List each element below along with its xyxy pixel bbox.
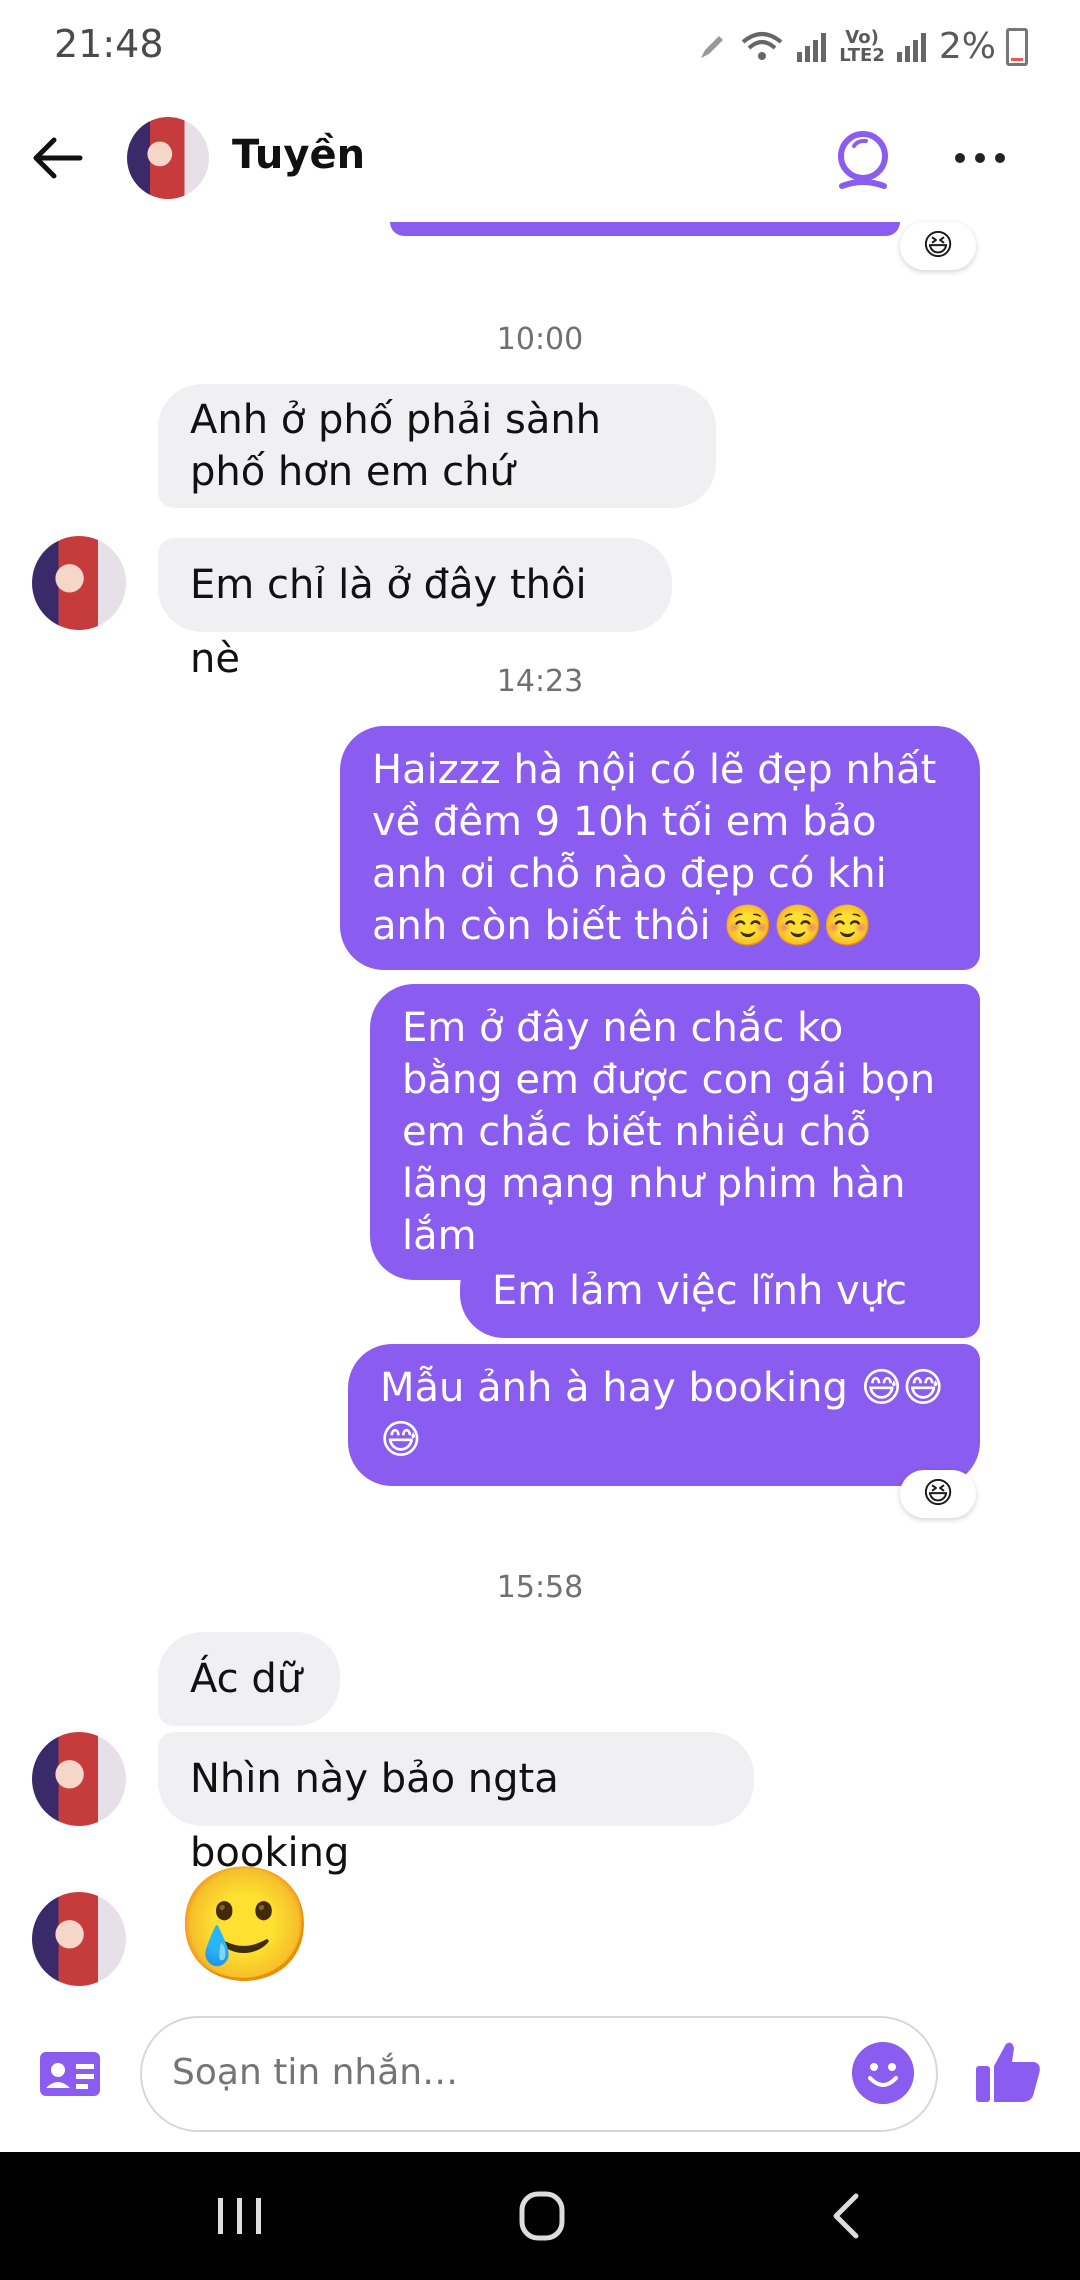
pen-icon bbox=[701, 35, 724, 58]
message-outgoing[interactable]: Em ở đây nên chắc ko bằng em được con gá… bbox=[370, 984, 980, 1280]
volte-label: Vo) LTE2 bbox=[839, 26, 885, 66]
timestamp: 14:23 bbox=[496, 664, 584, 699]
sender-avatar[interactable] bbox=[32, 1892, 126, 1986]
message-outgoing[interactable]: Haizzz hà nội có lẽ đẹp nhất về đêm 9 10… bbox=[340, 726, 980, 970]
emoji-message[interactable]: 🥲 bbox=[175, 1865, 314, 1985]
back-arrow-icon[interactable] bbox=[28, 128, 88, 188]
message-outgoing[interactable]: Mẫu ảnh à hay booking 😅😅😅 bbox=[348, 1344, 980, 1486]
battery-icon bbox=[1006, 27, 1028, 66]
reaction-badge[interactable]: 😆 bbox=[900, 1470, 976, 1518]
message-composer[interactable] bbox=[140, 2016, 938, 2132]
recent-apps-icon[interactable] bbox=[200, 2188, 280, 2244]
message-incoming[interactable]: Ác dữ bbox=[158, 1632, 340, 1726]
battery-percent: 2% bbox=[938, 26, 996, 67]
system-nav-bar bbox=[0, 2152, 1080, 2280]
timestamp: 15:58 bbox=[496, 1570, 584, 1605]
message-incoming[interactable]: Nhìn này bảo ngta booking bbox=[158, 1732, 754, 1876]
home-icon[interactable] bbox=[502, 2188, 582, 2244]
timestamp: 10:00 bbox=[496, 322, 584, 357]
message-incoming[interactable]: Anh ở phố phải sành phố hơn em chứ bbox=[158, 384, 716, 508]
message-incoming[interactable]: Em chỉ là ở đây thôi nè bbox=[158, 538, 672, 682]
message-outgoing[interactable]: Em lảm việc lĩnh vực gì bbox=[460, 1244, 980, 1388]
message-input[interactable] bbox=[172, 2052, 812, 2093]
signal-icon bbox=[797, 32, 827, 62]
contact-name[interactable]: Tuyền bbox=[232, 132, 365, 178]
contact-card-icon[interactable] bbox=[38, 2050, 102, 2098]
signal-icon-2 bbox=[896, 32, 926, 62]
previous-message-edge bbox=[390, 222, 900, 236]
wifi-icon bbox=[741, 31, 783, 60]
status-icons: Vo) LTE2 2% bbox=[695, 26, 1028, 67]
more-icon[interactable] bbox=[950, 148, 1010, 168]
status-time: 21:48 bbox=[54, 22, 164, 66]
sender-avatar[interactable] bbox=[32, 1732, 126, 1826]
thumbs-up-icon[interactable] bbox=[972, 2036, 1044, 2108]
sender-avatar[interactable] bbox=[32, 536, 126, 630]
contact-avatar[interactable] bbox=[127, 117, 209, 199]
reaction-badge[interactable]: 😆 bbox=[900, 222, 976, 270]
emoji-icon[interactable] bbox=[852, 2042, 914, 2104]
video-call-icon[interactable] bbox=[830, 128, 896, 194]
back-nav-icon[interactable] bbox=[806, 2188, 886, 2244]
